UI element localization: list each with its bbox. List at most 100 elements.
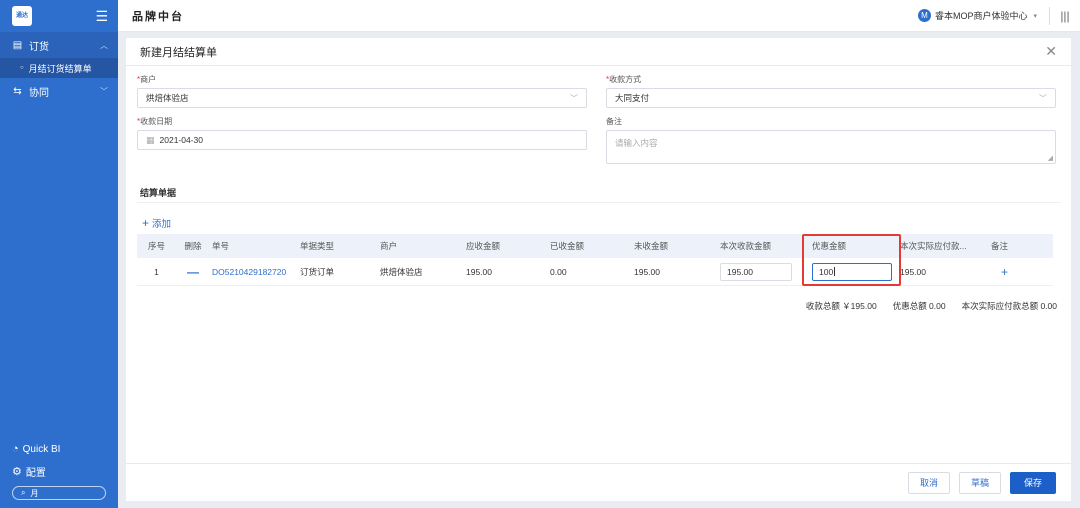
merchant-field: *商户 烘焙体验店 ﹀ bbox=[137, 74, 587, 108]
payment-method-select[interactable]: 大同支付 ﹀ bbox=[606, 88, 1056, 108]
add-label: 添加 bbox=[152, 219, 172, 230]
draft-button[interactable]: 草稿 bbox=[959, 471, 1001, 494]
column-header: 单号 bbox=[212, 241, 230, 251]
this-receipt-value: 195.00 bbox=[727, 266, 753, 277]
caret-down-icon: ▾ bbox=[1033, 12, 1037, 20]
remark-placeholder: 请输入内容 bbox=[615, 138, 658, 148]
this-receipt-input[interactable]: 195.00 bbox=[720, 262, 792, 281]
actual-payable-cell: 195.00 bbox=[900, 266, 926, 277]
minus-icon: — bbox=[187, 264, 199, 279]
config-label: 配置 bbox=[25, 467, 46, 479]
column-header: 备注 bbox=[991, 241, 1009, 251]
row-index: 1 bbox=[154, 266, 159, 277]
gear-icon: ⚙ bbox=[12, 465, 22, 478]
discount-input[interactable]: 100 bbox=[812, 262, 892, 281]
add-row-button[interactable]: + 添加 bbox=[142, 216, 171, 230]
sidebar: 通达 ☰ ▤ 订货 ︿ ○ 月结订货结算单 ⇆ 协同 ﹀ ◔ Quick BI … bbox=[0, 0, 118, 508]
column-header: 本次收款金额 bbox=[720, 241, 772, 251]
table-row: 1 — DO5210429182720 订货订单 烘焙体验店 195.00 0.… bbox=[137, 258, 1053, 286]
receipt-date-field: *收款日期 ▦ 2021-04-30 bbox=[137, 116, 587, 150]
section-title: 结算单据 bbox=[140, 188, 177, 198]
order-number-link[interactable]: DO5210429182720 bbox=[210, 267, 296, 277]
share-icon: ⇆ bbox=[13, 85, 22, 97]
payment-method-field: *收款方式 大同支付 ﹀ bbox=[606, 74, 1056, 108]
column-header: 已收金额 bbox=[550, 241, 585, 251]
sidebar-subitem-monthly-settlement[interactable]: ○ 月结订货结算单 bbox=[0, 58, 118, 78]
merchant-value: 烘焙体验店 bbox=[146, 93, 189, 103]
sidebar-item-ordering[interactable]: ▤ 订货 ︿ bbox=[0, 32, 118, 58]
this-receipt-cell: 195.00 bbox=[720, 262, 806, 281]
column-header: 本次实际应付款... bbox=[900, 241, 967, 251]
sidebar-subitem-label: 月结订货结算单 bbox=[28, 63, 92, 74]
remark-textarea[interactable]: 请输入内容 ◢ bbox=[606, 130, 1056, 164]
modal-title: 新建月结结算单 bbox=[140, 46, 217, 59]
sidebar-search-input[interactable]: ⌕ 月 bbox=[12, 486, 106, 500]
table-header-row: 序号 删除 单号 单据类型 商户 应收金额 已收金额 未收金额 本次收款金额 优… bbox=[137, 234, 1053, 258]
doc-type-cell: 订货订单 bbox=[300, 266, 335, 277]
receipt-date-label: *收款日期 bbox=[137, 117, 173, 126]
search-value: 月 bbox=[30, 488, 39, 498]
payment-method-value: 大同支付 bbox=[615, 93, 650, 103]
unreceived-cell: 195.00 bbox=[634, 266, 660, 277]
save-button[interactable]: 保存 bbox=[1010, 471, 1056, 494]
total-actual-payable: 本次实际应付款总额 0.00 bbox=[961, 301, 1057, 311]
delete-row-button[interactable]: — bbox=[176, 265, 210, 279]
add-remark-plus-icon[interactable]: + bbox=[991, 265, 1008, 279]
org-switcher[interactable]: M 睿本MOP商户体验中心 ▾ bbox=[917, 9, 1049, 22]
hamburger-menu-icon[interactable]: ☰ bbox=[95, 9, 108, 23]
close-icon[interactable]: ✕ bbox=[1045, 43, 1057, 60]
divider bbox=[137, 202, 1061, 203]
avatar: M bbox=[917, 9, 931, 22]
receipt-date-value: 2021-04-30 bbox=[159, 135, 203, 145]
total-discount: 优惠总额 0.00 bbox=[892, 301, 946, 311]
quickbi-icon: ◔ bbox=[12, 443, 19, 455]
topbar-right: M 睿本MOP商户体验中心 ▾ ||| bbox=[917, 0, 1080, 31]
config-link[interactable]: ⚙ 配置 bbox=[0, 460, 118, 482]
chevron-up-icon: ︿ bbox=[100, 40, 108, 50]
bullet-icon: ○ bbox=[20, 65, 24, 71]
chevron-down-icon: ﹀ bbox=[570, 93, 578, 103]
column-header: 应收金额 bbox=[466, 241, 501, 251]
receivable-cell: 195.00 bbox=[466, 266, 492, 277]
column-header: 序号 bbox=[147, 241, 165, 251]
topbar: 品牌中台 M 睿本MOP商户体验中心 ▾ ||| bbox=[118, 0, 1080, 32]
chevron-down-icon: ﹀ bbox=[100, 86, 108, 96]
modal-header: 新建月结结算单 ✕ bbox=[126, 38, 1071, 66]
receipt-date-picker[interactable]: ▦ 2021-04-30 bbox=[137, 130, 587, 150]
column-header: 商户 bbox=[380, 241, 398, 251]
remark-label: 备注 bbox=[606, 117, 622, 126]
quickbi-link[interactable]: ◔ Quick BI bbox=[0, 438, 118, 460]
totals-summary: 收款总额 ￥195.00 优惠总额 0.00 本次实际应付款总额 0.00 bbox=[806, 300, 1057, 312]
remark-field: 备注 请输入内容 ◢ bbox=[606, 116, 1056, 164]
modal-footer: 取消 草稿 保存 bbox=[126, 463, 1071, 501]
column-header: 删除 bbox=[184, 241, 202, 251]
sidebar-bottom: ◔ Quick BI ⚙ 配置 ⌕ 月 bbox=[0, 438, 118, 500]
sidebar-header: 通达 ☰ bbox=[0, 0, 118, 32]
text-cursor bbox=[834, 267, 836, 276]
discount-cell: 100 bbox=[806, 262, 900, 281]
apps-menu-icon[interactable]: ||| bbox=[1050, 9, 1080, 23]
app-logo[interactable]: 通达 bbox=[12, 6, 32, 26]
plus-icon: + bbox=[142, 216, 150, 230]
sidebar-item-collaboration[interactable]: ⇆ 协同 ﹀ bbox=[0, 78, 118, 104]
calendar-icon: ▦ bbox=[146, 134, 155, 145]
resize-handle-icon[interactable]: ◢ bbox=[1048, 154, 1053, 162]
received-cell: 0.00 bbox=[550, 266, 567, 277]
total-receipt: 收款总额 ￥195.00 bbox=[805, 301, 877, 311]
merchant-label: *商户 bbox=[137, 75, 157, 84]
settlement-modal: 新建月结结算单 ✕ *商户 烘焙体验店 ﹀ *收款方式 大同支付 ﹀ *收款日期… bbox=[126, 38, 1071, 501]
org-name: 睿本MOP商户体验中心 bbox=[934, 11, 1028, 21]
sidebar-item-label: 订货 bbox=[29, 41, 49, 53]
column-header: 优惠金额 bbox=[812, 241, 847, 251]
merchant-select[interactable]: 烘焙体验店 ﹀ bbox=[137, 88, 587, 108]
search-icon: ⌕ bbox=[21, 488, 26, 497]
sidebar-item-label: 协同 bbox=[29, 87, 49, 99]
cancel-button[interactable]: 取消 bbox=[908, 471, 950, 494]
discount-value: 100 bbox=[819, 266, 834, 277]
column-header: 未收金额 bbox=[634, 241, 669, 251]
merchant-cell: 烘焙体验店 bbox=[380, 266, 423, 277]
quickbi-label: Quick BI bbox=[22, 443, 61, 455]
remark-cell: + bbox=[988, 265, 1048, 279]
chevron-down-icon: ﹀ bbox=[1039, 93, 1047, 103]
payment-method-label: *收款方式 bbox=[606, 75, 642, 84]
